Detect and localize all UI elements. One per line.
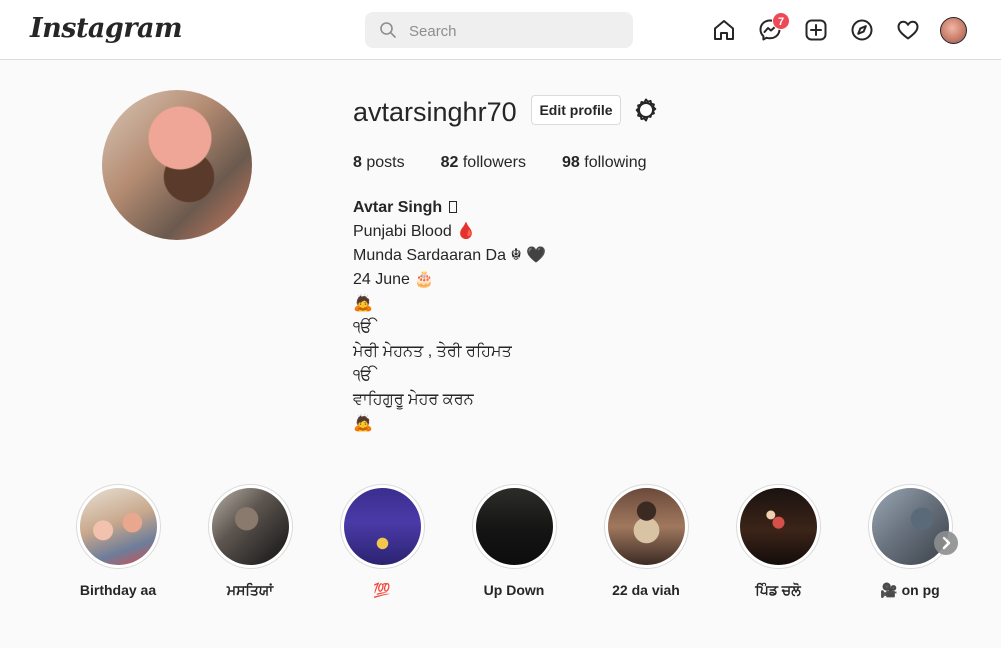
search-input[interactable]: Search xyxy=(365,12,633,48)
highlight-cover xyxy=(343,488,421,565)
posts-stat: 8 posts xyxy=(353,154,405,171)
top-navigation-bar: Instagram Search 7 xyxy=(0,0,1001,60)
highlight-label: 💯 xyxy=(373,582,391,598)
messages-badge: 7 xyxy=(772,12,790,30)
highlight-label: Up Down xyxy=(483,582,545,598)
highlight-label: ਪਿੰਡ ਚਲੋ xyxy=(755,582,801,598)
highlight-item[interactable]: 💯 xyxy=(317,484,447,599)
bio-full-name: Avtar Singh xyxy=(353,198,546,222)
bio-line: Munda Sardaaran Da ☬ 🖤 xyxy=(353,247,547,264)
highlight-item[interactable]: 22 da viah xyxy=(581,484,711,598)
bio-line: ੴ xyxy=(353,367,373,384)
missing-glyph-icon xyxy=(448,201,457,213)
followers-stat[interactable]: 82 followers xyxy=(441,154,526,172)
profile-picture[interactable] xyxy=(102,90,252,240)
highlight-label: 22 da viah xyxy=(612,582,680,598)
highlight-cover xyxy=(79,488,157,565)
settings-gear-icon[interactable] xyxy=(634,98,658,122)
bio-line: 24 June 🎂 xyxy=(353,271,435,288)
highlight-label: 🎥 on pg xyxy=(880,582,940,598)
highlight-item[interactable]: Birthday aa xyxy=(53,484,183,598)
search-icon xyxy=(380,22,396,38)
highlight-label: Birthday aa xyxy=(79,582,157,598)
profile-stats: 8 posts 82 followers 98 following xyxy=(353,154,647,172)
bio-line: ੴ xyxy=(353,319,373,336)
profile-username: avtarsinghr70 xyxy=(353,97,517,127)
highlight-cover xyxy=(475,488,553,565)
highlight-item[interactable]: ਮਸਤਿਯਾਂ xyxy=(185,484,315,599)
following-stat[interactable]: 98 following xyxy=(562,154,647,172)
highlight-cover xyxy=(607,488,685,565)
highlight-item[interactable]: Up Down xyxy=(449,484,579,598)
bio-line: 🙇 xyxy=(353,415,373,432)
highlight-label: ਮਸਤਿਯਾਂ xyxy=(226,582,274,598)
edit-profile-button[interactable]: Edit profile xyxy=(531,95,621,125)
home-icon[interactable] xyxy=(712,18,736,42)
highlight-cover xyxy=(211,488,289,565)
profile-bio: Avtar Singh Punjabi Blood 🩸 Munda Sardaa… xyxy=(353,198,546,438)
activity-heart-icon[interactable] xyxy=(896,18,920,42)
profile-avatar[interactable] xyxy=(940,17,967,44)
explore-icon[interactable] xyxy=(850,18,874,42)
bio-line: 🙇 xyxy=(353,295,373,312)
bio-line: Punjabi Blood 🩸 xyxy=(353,223,477,240)
highlights-next-button[interactable] xyxy=(934,531,958,555)
new-post-icon[interactable] xyxy=(804,18,828,42)
bio-line: ਮੇਰੀ ਮੇਹਨਤ , ਤੇਰੀ ਰਹਿਮਤ xyxy=(353,343,512,360)
instagram-logo[interactable]: Instagram xyxy=(30,13,183,44)
search-placeholder: Search xyxy=(409,23,457,40)
chevron-right-icon xyxy=(942,536,951,550)
highlight-cover xyxy=(739,488,817,565)
highlight-item[interactable]: ਪਿੰਡ ਚਲੋ xyxy=(713,484,843,599)
bio-line: ਵਾਹਿਗੁਰੂ ਮੇਹਰ ਕਰਨ xyxy=(353,391,474,408)
